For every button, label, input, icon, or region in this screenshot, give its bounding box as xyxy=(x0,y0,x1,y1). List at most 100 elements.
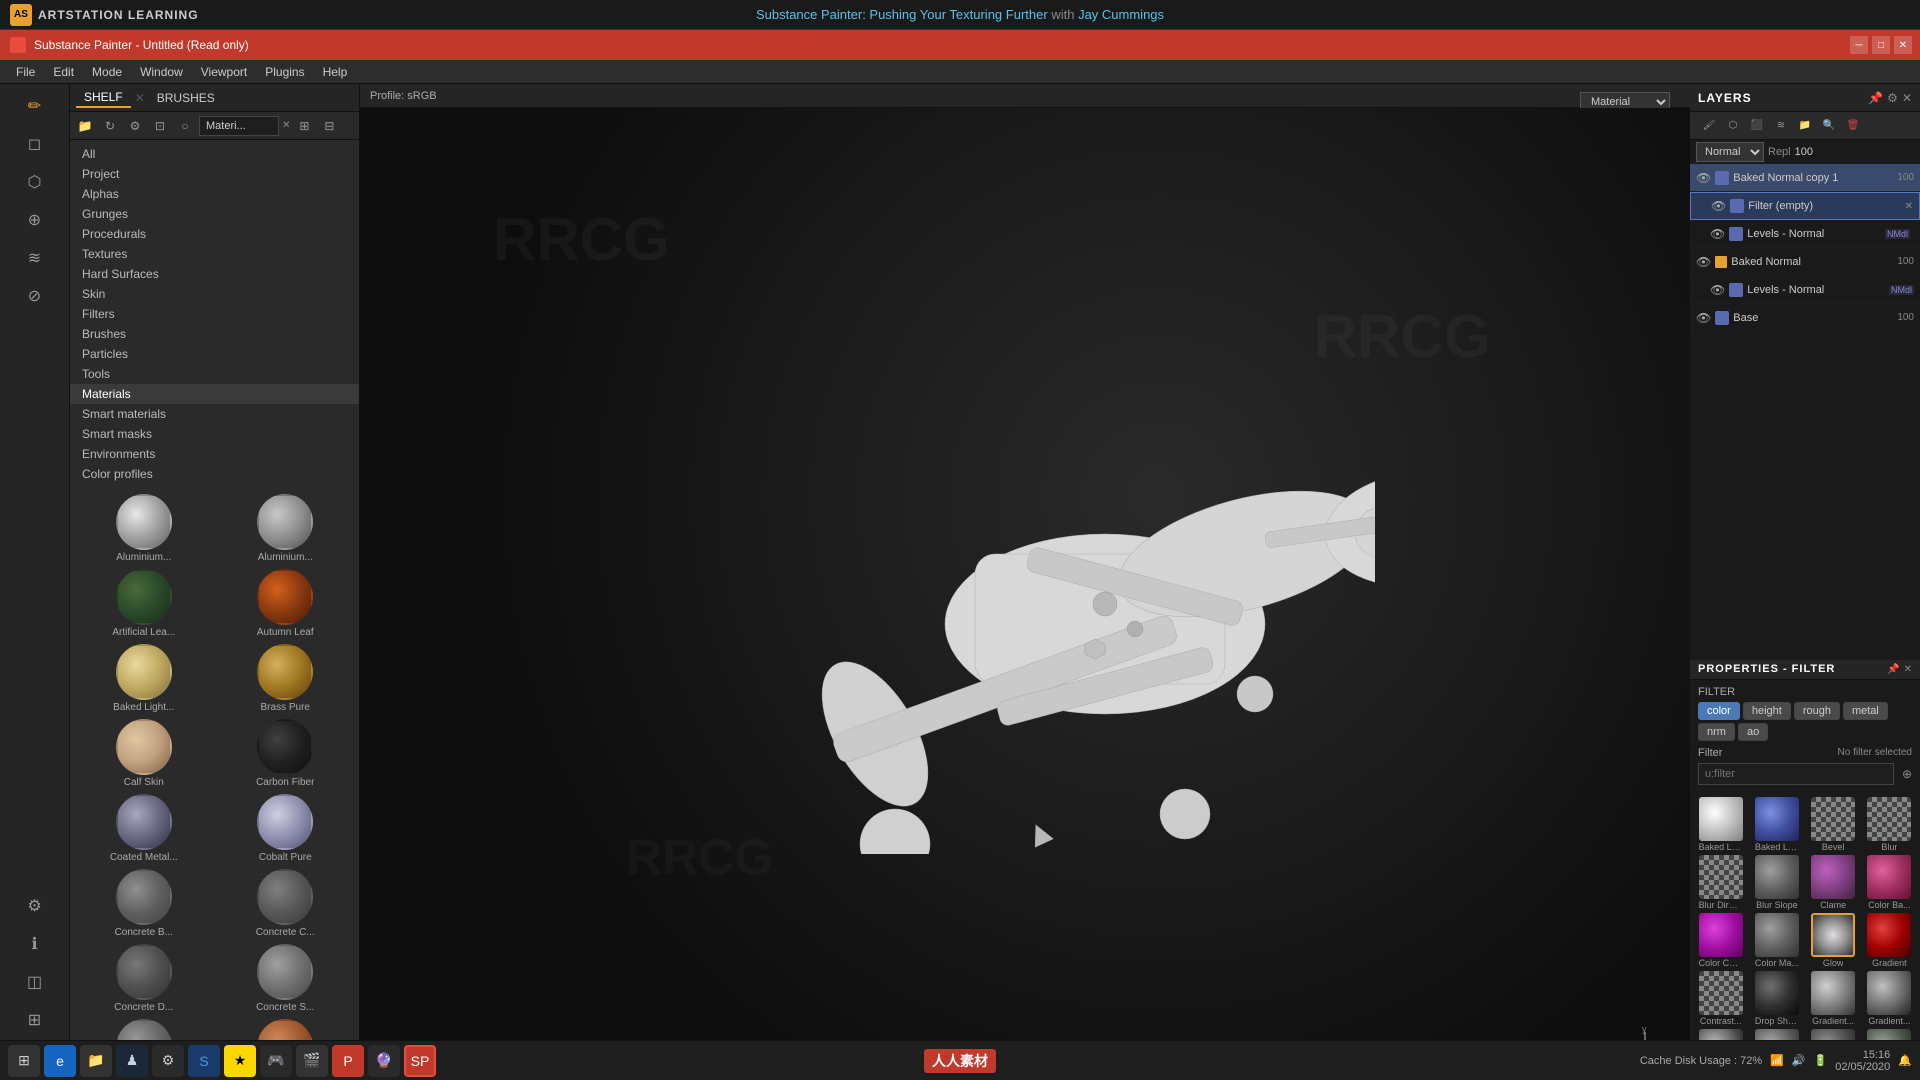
add-mask-btn[interactable]: ⬛ xyxy=(1746,115,1768,137)
filter-item-color-ba[interactable]: Color Ba... xyxy=(1863,855,1916,910)
filter-item-gradient[interactable]: Gradient xyxy=(1863,913,1916,968)
material-item-aluminium[interactable]: Aluminium... xyxy=(74,492,214,565)
material-item-concrete-d[interactable]: Concrete D... xyxy=(74,942,214,1015)
tray-notif-icon[interactable]: 🔔 xyxy=(1898,1054,1912,1067)
material-item-baked-light[interactable]: Baked Light... xyxy=(74,642,214,715)
menu-help[interactable]: Help xyxy=(315,63,356,81)
sidebar-eraser-icon[interactable]: ◻ xyxy=(15,126,55,162)
filter-item-blur[interactable]: Blur xyxy=(1863,797,1916,852)
shelf-filter-input[interactable] xyxy=(199,116,279,136)
filter-item-gradient2[interactable]: Gradient... xyxy=(1807,971,1860,1026)
material-item-concrete-s[interactable]: Concrete S... xyxy=(216,942,356,1015)
filter-tag-rough[interactable]: rough xyxy=(1794,702,1840,720)
add-paint-layer-btn[interactable]: 🖌 xyxy=(1698,115,1720,137)
add-fill-layer-btn[interactable]: ⬡ xyxy=(1722,115,1744,137)
layer-baked-normal[interactable]: 👁 Baked Normal 100 xyxy=(1690,248,1920,276)
shelf-layout-icon[interactable]: ⊟ xyxy=(318,115,340,137)
sidebar-paint-icon[interactable]: ✏ xyxy=(15,88,55,124)
category-skin[interactable]: Skin xyxy=(70,284,359,304)
restore-button[interactable]: □ xyxy=(1872,36,1890,54)
layer-baked-normal-copy[interactable]: 👁 Baked Normal copy 1 100 xyxy=(1690,164,1920,192)
taskbar-app5-btn[interactable]: 🎬 xyxy=(296,1045,328,1077)
menu-viewport[interactable]: Viewport xyxy=(193,63,255,81)
category-color-profiles[interactable]: Color profiles xyxy=(70,464,359,484)
taskbar-app7-btn[interactable]: 🔮 xyxy=(368,1045,400,1077)
blend-mode-select[interactable]: Normal Multiply Screen xyxy=(1696,142,1764,162)
material-item-carbon-fiber[interactable]: Carbon Fiber xyxy=(216,717,356,790)
filter-tag-color[interactable]: color xyxy=(1698,702,1740,720)
category-textures[interactable]: Textures xyxy=(70,244,359,264)
filter-tag-ao[interactable]: ao xyxy=(1738,723,1768,741)
layers-search-btn[interactable]: 🔍 xyxy=(1818,115,1840,137)
filter-item-color-cor[interactable]: Color Cor... xyxy=(1694,913,1747,968)
category-all[interactable]: All xyxy=(70,144,359,164)
category-project[interactable]: Project xyxy=(70,164,359,184)
taskbar-app3-btn[interactable]: ★ xyxy=(224,1045,256,1077)
filter-item-blur-direc[interactable]: Blur Direc... xyxy=(1694,855,1747,910)
filter-item-glow[interactable]: Glow xyxy=(1807,913,1860,968)
shelf-filter-close[interactable]: ✕ xyxy=(282,120,290,131)
layer-filter-empty[interactable]: 👁 Filter (empty) ✕ xyxy=(1690,192,1920,220)
filter-item-clame[interactable]: Clame xyxy=(1807,855,1860,910)
layer-eye-filter[interactable]: 👁 xyxy=(1711,199,1726,213)
filter-tag-nrm[interactable]: nrm xyxy=(1698,723,1735,741)
taskbar-steam-btn[interactable]: ♟ xyxy=(116,1045,148,1077)
category-brushes[interactable]: Brushes xyxy=(70,324,359,344)
filter-item-blur-slope[interactable]: Blur Slope xyxy=(1750,855,1803,910)
tab-brushes[interactable]: BRUSHES xyxy=(149,89,223,107)
material-item-brass-pure[interactable]: Brass Pure xyxy=(216,642,356,715)
layer-eye-levels2[interactable]: 👁 xyxy=(1710,283,1725,297)
filter-item-baked-lic2[interactable]: Baked Lic... xyxy=(1750,797,1803,852)
category-particles[interactable]: Particles xyxy=(70,344,359,364)
add-filter-btn[interactable]: ≋ xyxy=(1770,115,1792,137)
layer-levels-normal2[interactable]: 👁 Levels - Normal NMdl xyxy=(1690,276,1920,304)
shelf-filter-icon[interactable]: ⊡ xyxy=(149,115,171,137)
category-tools[interactable]: Tools xyxy=(70,364,359,384)
layers-close-icon[interactable]: ✕ xyxy=(1902,91,1912,105)
layer-eye-baked[interactable]: 👁 xyxy=(1696,255,1711,269)
close-button[interactable]: ✕ xyxy=(1894,36,1912,54)
sidebar-info-icon[interactable]: ℹ xyxy=(15,926,55,962)
material-item-calf-skin[interactable]: Calf Skin xyxy=(74,717,214,790)
filter-item-color-ma[interactable]: Color Ma... xyxy=(1750,913,1803,968)
sidebar-pick-icon[interactable]: ⊘ xyxy=(15,278,55,314)
category-hard-surfaces[interactable]: Hard Surfaces xyxy=(70,264,359,284)
category-grunges[interactable]: Grunges xyxy=(70,204,359,224)
menu-edit[interactable]: Edit xyxy=(45,63,82,81)
taskbar-edge-btn[interactable]: e xyxy=(44,1045,76,1077)
material-item-autumn-leaf[interactable]: Autumn Leaf xyxy=(216,567,356,640)
material-item-artificial-lea[interactable]: Artificial Lea... xyxy=(74,567,214,640)
material-item-aluminium2[interactable]: Aluminium... xyxy=(216,492,356,565)
sidebar-clone-icon[interactable]: ⊕ xyxy=(15,202,55,238)
filter-item-contrast[interactable]: Contrast... xyxy=(1694,971,1747,1026)
sidebar-settings-icon[interactable]: ⚙ xyxy=(15,888,55,924)
shelf-reload-icon[interactable]: ↻ xyxy=(99,115,121,137)
taskbar-app1-btn[interactable]: ⚙ xyxy=(152,1045,184,1077)
tab-shelf[interactable]: SHELF xyxy=(76,88,131,108)
category-alphas[interactable]: Alphas xyxy=(70,184,359,204)
minimize-button[interactable]: ─ xyxy=(1850,36,1868,54)
filter-item-drop-sha[interactable]: Drop Sha... xyxy=(1750,971,1803,1026)
category-materials[interactable]: Materials xyxy=(70,384,359,404)
taskbar-folder-btn[interactable]: 📁 xyxy=(80,1045,112,1077)
sidebar-layers-icon[interactable]: ◫ xyxy=(15,964,55,1000)
filter-item-gradient3[interactable]: Gradient... xyxy=(1863,971,1916,1026)
menu-window[interactable]: Window xyxy=(132,63,191,81)
category-procedurals[interactable]: Procedurals xyxy=(70,224,359,244)
sidebar-smudge-icon[interactable]: ≋ xyxy=(15,240,55,276)
properties-close-icon[interactable]: ✕ xyxy=(1904,664,1912,675)
taskbar-start-btn[interactable]: ⊞ xyxy=(8,1045,40,1077)
sidebar-bake-icon[interactable]: ⊞ xyxy=(15,1002,55,1038)
sidebar-fill-icon[interactable]: ⬡ xyxy=(15,164,55,200)
shelf-grid-icon[interactable]: ⊞ xyxy=(293,115,315,137)
material-item-coated-metal[interactable]: Coated Metal... xyxy=(74,792,214,865)
category-smart-materials[interactable]: Smart materials xyxy=(70,404,359,424)
shelf-circle-icon[interactable]: ○ xyxy=(174,115,196,137)
taskbar-app2-btn[interactable]: S xyxy=(188,1045,220,1077)
material-item-concrete-c[interactable]: Concrete C... xyxy=(216,867,356,940)
menu-file[interactable]: File xyxy=(8,63,43,81)
layer-eye-base[interactable]: 👁 xyxy=(1696,311,1711,325)
shelf-search-icon[interactable]: ⚙ xyxy=(124,115,146,137)
menu-plugins[interactable]: Plugins xyxy=(257,63,312,81)
filter-item-baked-lic1[interactable]: Baked Lic... xyxy=(1694,797,1747,852)
